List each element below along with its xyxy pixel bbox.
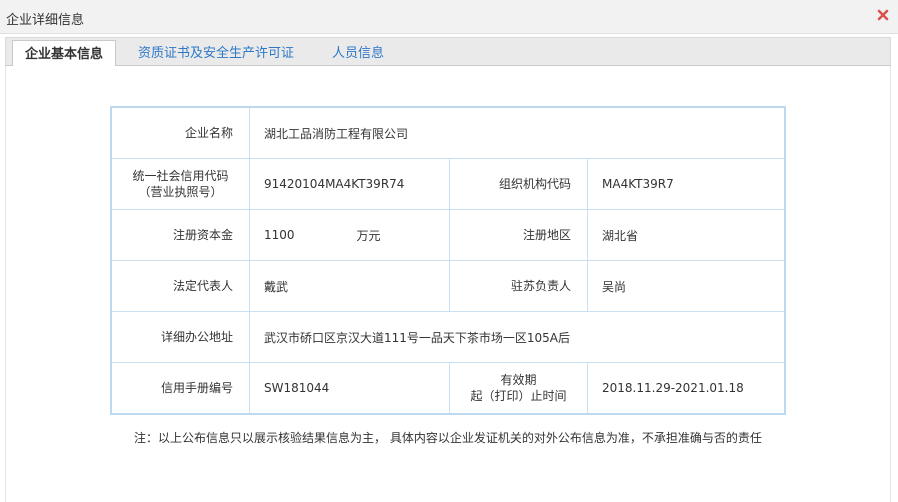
address-value: 武汉市硚口区京汉大道111号一品天下茶市场一区105A后 — [264, 330, 571, 345]
js-manager-value: 吴尚 — [602, 279, 627, 294]
org-code-value: MA4KT39R7 — [602, 177, 674, 191]
company-info-table: 企业名称 湖北工品消防工程有限公司 统一社会信用代码 （营业执照号） 91420… — [110, 106, 786, 415]
capital-value-cell: 1100 万元 — [250, 210, 450, 260]
table-row: 法定代表人 戴武 驻苏负责人 吴尚 — [112, 261, 784, 312]
legal-rep-label: 法定代表人 — [112, 261, 250, 311]
credit-code-label-line1: 统一社会信用代码 — [132, 169, 229, 183]
capital-unit: 万元 — [356, 228, 381, 243]
address-label: 详细办公地址 — [112, 312, 250, 362]
company-name-label: 企业名称 — [112, 108, 250, 158]
org-code-label: 组织机构代码 — [450, 159, 588, 209]
disclaimer-note: 注：以上公布信息只以展示核验结果信息为主， 具体内容以企业发证机关的对外公布信息… — [134, 431, 762, 445]
validity-value: 2018.11.29-2021.01.18 — [602, 381, 744, 395]
dialog-titlebar: 企业详细信息 — [0, 0, 898, 34]
validity-label-line2: 起（打印）止时间 — [470, 389, 567, 403]
tab-bar: 企业基本信息 资质证书及安全生产许可证 人员信息 — [5, 37, 891, 68]
tab-personnel-info[interactable]: 人员信息 — [318, 40, 398, 67]
capital-value: 1100 — [264, 228, 295, 242]
region-value: 湖北省 — [602, 228, 639, 243]
credit-code-label: 统一社会信用代码 （营业执照号） — [112, 159, 250, 209]
dialog-title: 企业详细信息 — [6, 13, 85, 28]
table-row: 信用手册编号 SW181044 有效期 起（打印）止时间 2018.11.29-… — [112, 363, 784, 414]
validity-label: 有效期 起（打印）止时间 — [450, 363, 588, 413]
credit-code-label-line2: （营业执照号） — [138, 185, 223, 199]
credit-code-value: 91420104MA4KT39R74 — [250, 159, 450, 209]
tab-qualification-certificates[interactable]: 资质证书及安全生产许可证 — [126, 40, 306, 67]
table-row: 统一社会信用代码 （营业执照号） 91420104MA4KT39R74 组织机构… — [112, 159, 784, 210]
table-row: 注册资本金 1100 万元 注册地区 湖北省 — [112, 210, 784, 261]
capital-label: 注册资本金 — [112, 210, 250, 260]
company-name-value: 湖北工品消防工程有限公司 — [264, 126, 409, 141]
handbook-label: 信用手册编号 — [112, 363, 250, 413]
table-row: 企业名称 湖北工品消防工程有限公司 — [112, 108, 784, 159]
close-icon[interactable] — [876, 8, 890, 22]
legal-rep-value: 戴武 — [250, 261, 450, 311]
table-row: 详细办公地址 武汉市硚口区京汉大道111号一品天下茶市场一区105A后 — [112, 312, 784, 363]
js-manager-label: 驻苏负责人 — [450, 261, 588, 311]
handbook-value: SW181044 — [250, 363, 450, 413]
tab-basic-info[interactable]: 企业基本信息 — [12, 40, 116, 68]
validity-label-line1: 有效期 — [500, 373, 537, 387]
region-label: 注册地区 — [450, 210, 588, 260]
